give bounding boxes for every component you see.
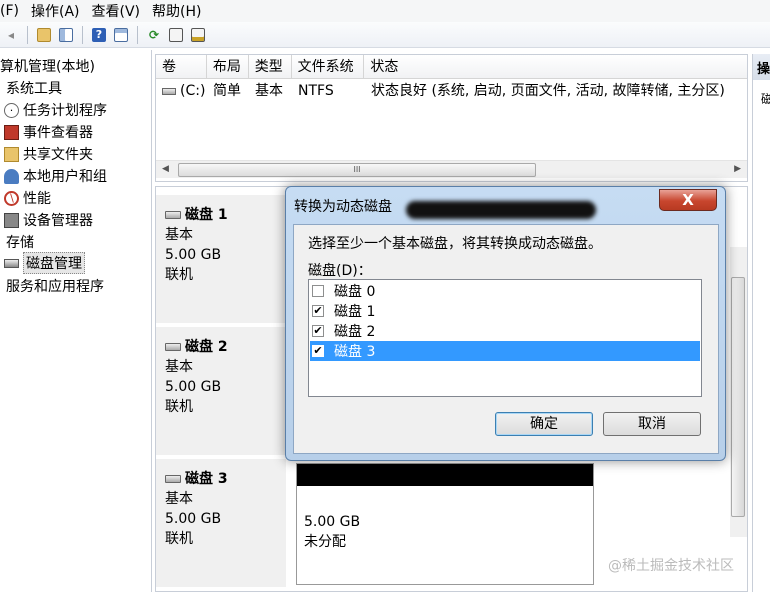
list-item-disk-2[interactable]: ✔ 磁盘 2 xyxy=(310,321,700,341)
disk-3-label[interactable]: 磁盘 3 基本 5.00 GB 联机 xyxy=(156,459,286,589)
tree-performance[interactable]: ∖ 性能 xyxy=(4,188,51,208)
horizontal-scrollbar[interactable]: ◀ III ▶ xyxy=(156,160,747,178)
disk-1-checkbox[interactable]: ✔ xyxy=(312,305,324,317)
convert-dynamic-disk-dialog: 转换为动态磁盘 X 选择至少一个基本磁盘，将其转换成动态磁盘。 磁盘(D)： 磁… xyxy=(285,186,726,461)
performance-icon: ∖ xyxy=(4,190,19,206)
show-hide-tree-icon[interactable] xyxy=(57,26,75,44)
column-status[interactable]: 状态 xyxy=(364,55,747,79)
scroll-thumb[interactable]: III xyxy=(178,163,536,177)
tree-shared-folders[interactable]: 共享文件夹 xyxy=(4,144,93,164)
scroll-left-icon[interactable]: ◀ xyxy=(162,164,169,174)
shared-folder-icon xyxy=(4,146,19,162)
partition-state: 未分配 xyxy=(304,534,346,550)
disk-2-label[interactable]: 磁盘 2 基本 5.00 GB 联机 xyxy=(156,327,286,457)
back-icon[interactable]: ◂ xyxy=(2,26,20,44)
help-icon[interactable]: ? xyxy=(90,26,108,44)
disk-3-checkbox[interactable]: ✔ xyxy=(312,345,324,357)
tree-computer-management[interactable]: 算机管理(本地) xyxy=(0,56,95,76)
disk-icon xyxy=(165,475,181,483)
actions-pane-header: 操 xyxy=(753,54,770,80)
column-layout[interactable]: 布局 xyxy=(207,55,249,79)
volume-filesystem: NTFS xyxy=(298,83,334,99)
vertical-scroll-thumb[interactable] xyxy=(731,277,745,517)
clock-icon: · xyxy=(4,102,19,118)
disk-icon xyxy=(165,211,181,219)
users-icon xyxy=(4,168,19,184)
disk-listbox[interactable]: 磁盘 0 ✔ 磁盘 1 ✔ 磁盘 2 ✔ 磁盘 3 xyxy=(308,279,702,397)
table-row[interactable]: (C:) 简单 基本 NTFS 状态良好 (系统, 启动, 页面文件, 活动, … xyxy=(156,81,747,101)
tree-event-viewer[interactable]: 事件查看器 xyxy=(4,122,93,142)
disk-2-checkbox[interactable]: ✔ xyxy=(312,325,324,337)
navigation-tree: 算机管理(本地) 系统工具 · 任务计划程序 事件查看器 共享文件夹 本地用户和组… xyxy=(0,50,152,592)
tree-local-users[interactable]: 本地用户和组 xyxy=(4,166,107,186)
disk-icon xyxy=(4,258,19,268)
vertical-scrollbar[interactable] xyxy=(730,247,747,537)
volume-list: 卷 布局 类型 文件系统 状态 (C:) 简单 基本 NTFS 状态良好 (系统… xyxy=(155,54,748,182)
list-item-disk-1[interactable]: ✔ 磁盘 1 xyxy=(310,301,700,321)
volume-name: (C:) xyxy=(180,83,206,99)
menu-view[interactable]: 查看(V) xyxy=(88,1,149,21)
toolbar-separator xyxy=(137,25,138,44)
tree-system-tools[interactable]: 系统工具 xyxy=(6,78,62,98)
export-icon[interactable] xyxy=(167,26,185,44)
disk-3-unallocated-partition[interactable]: 5.00 GB 未分配 xyxy=(296,463,594,585)
column-filesystem[interactable]: 文件系统 xyxy=(292,55,365,79)
menu-help[interactable]: 帮助(H) xyxy=(148,1,209,21)
disk-1-label[interactable]: 磁盘 1 基本 5.00 GB 联机 xyxy=(156,195,286,325)
refresh-icon[interactable]: ⟳ xyxy=(145,26,163,44)
tree-disk-management[interactable]: 磁盘管理 xyxy=(4,252,85,274)
disk-icon xyxy=(165,343,181,351)
column-type[interactable]: 类型 xyxy=(249,55,292,79)
tree-device-manager[interactable]: 设备管理器 xyxy=(4,210,93,230)
volume-icon xyxy=(162,87,176,95)
toolbar: ◂ ? ⟳ xyxy=(0,22,770,48)
dialog-body: 选择至少一个基本磁盘，将其转换成动态磁盘。 磁盘(D)： 磁盘 0 ✔ 磁盘 1… xyxy=(293,224,719,454)
list-item-disk-3[interactable]: ✔ 磁盘 3 xyxy=(310,341,700,361)
disk-settings-icon[interactable] xyxy=(189,26,207,44)
toolbar-separator xyxy=(82,25,83,44)
dialog-title: 转换为动态磁盘 xyxy=(294,199,392,215)
event-log-icon xyxy=(4,124,19,140)
close-button[interactable]: X xyxy=(659,189,717,211)
column-volume[interactable]: 卷 xyxy=(156,55,207,79)
tree-task-scheduler[interactable]: · 任务计划程序 xyxy=(4,100,107,120)
disk-0-checkbox[interactable] xyxy=(312,285,324,297)
actions-pane-item[interactable]: 磁 xyxy=(753,80,770,107)
scroll-right-icon[interactable]: ▶ xyxy=(734,164,741,174)
properties-icon[interactable] xyxy=(112,26,130,44)
partition-header-bar xyxy=(297,464,593,486)
redacted-title-area xyxy=(406,201,596,219)
up-folder-icon[interactable] xyxy=(35,26,53,44)
volume-list-header: 卷 布局 类型 文件系统 状态 xyxy=(156,55,747,79)
menu-action[interactable]: 操作(A) xyxy=(27,1,88,21)
volume-layout: 简单 xyxy=(213,83,241,99)
device-manager-icon xyxy=(4,212,19,228)
toolbar-separator xyxy=(27,25,28,44)
list-item-disk-0[interactable]: 磁盘 0 xyxy=(310,281,700,301)
volume-status: 状态良好 (系统, 启动, 页面文件, 活动, 故障转储, 主分区) xyxy=(371,83,725,99)
watermark: @稀土掘金技术社区 xyxy=(608,558,734,574)
dialog-prompt: 选择至少一个基本磁盘，将其转换成动态磁盘。 xyxy=(308,236,602,252)
actions-pane: 操 磁 xyxy=(752,54,770,592)
disk-list-label: 磁盘(D)： xyxy=(308,263,372,279)
ok-button[interactable]: 确定 xyxy=(495,412,593,436)
tree-storage[interactable]: 存储 xyxy=(6,232,34,252)
menu-file[interactable]: (F) xyxy=(0,3,27,19)
menu-bar: (F) 操作(A) 查看(V) 帮助(H) xyxy=(0,0,770,22)
volume-type: 基本 xyxy=(255,83,283,99)
cancel-button[interactable]: 取消 xyxy=(603,412,701,436)
partition-size: 5.00 GB xyxy=(304,514,361,530)
tree-services-apps[interactable]: 服务和应用程序 xyxy=(6,276,104,296)
